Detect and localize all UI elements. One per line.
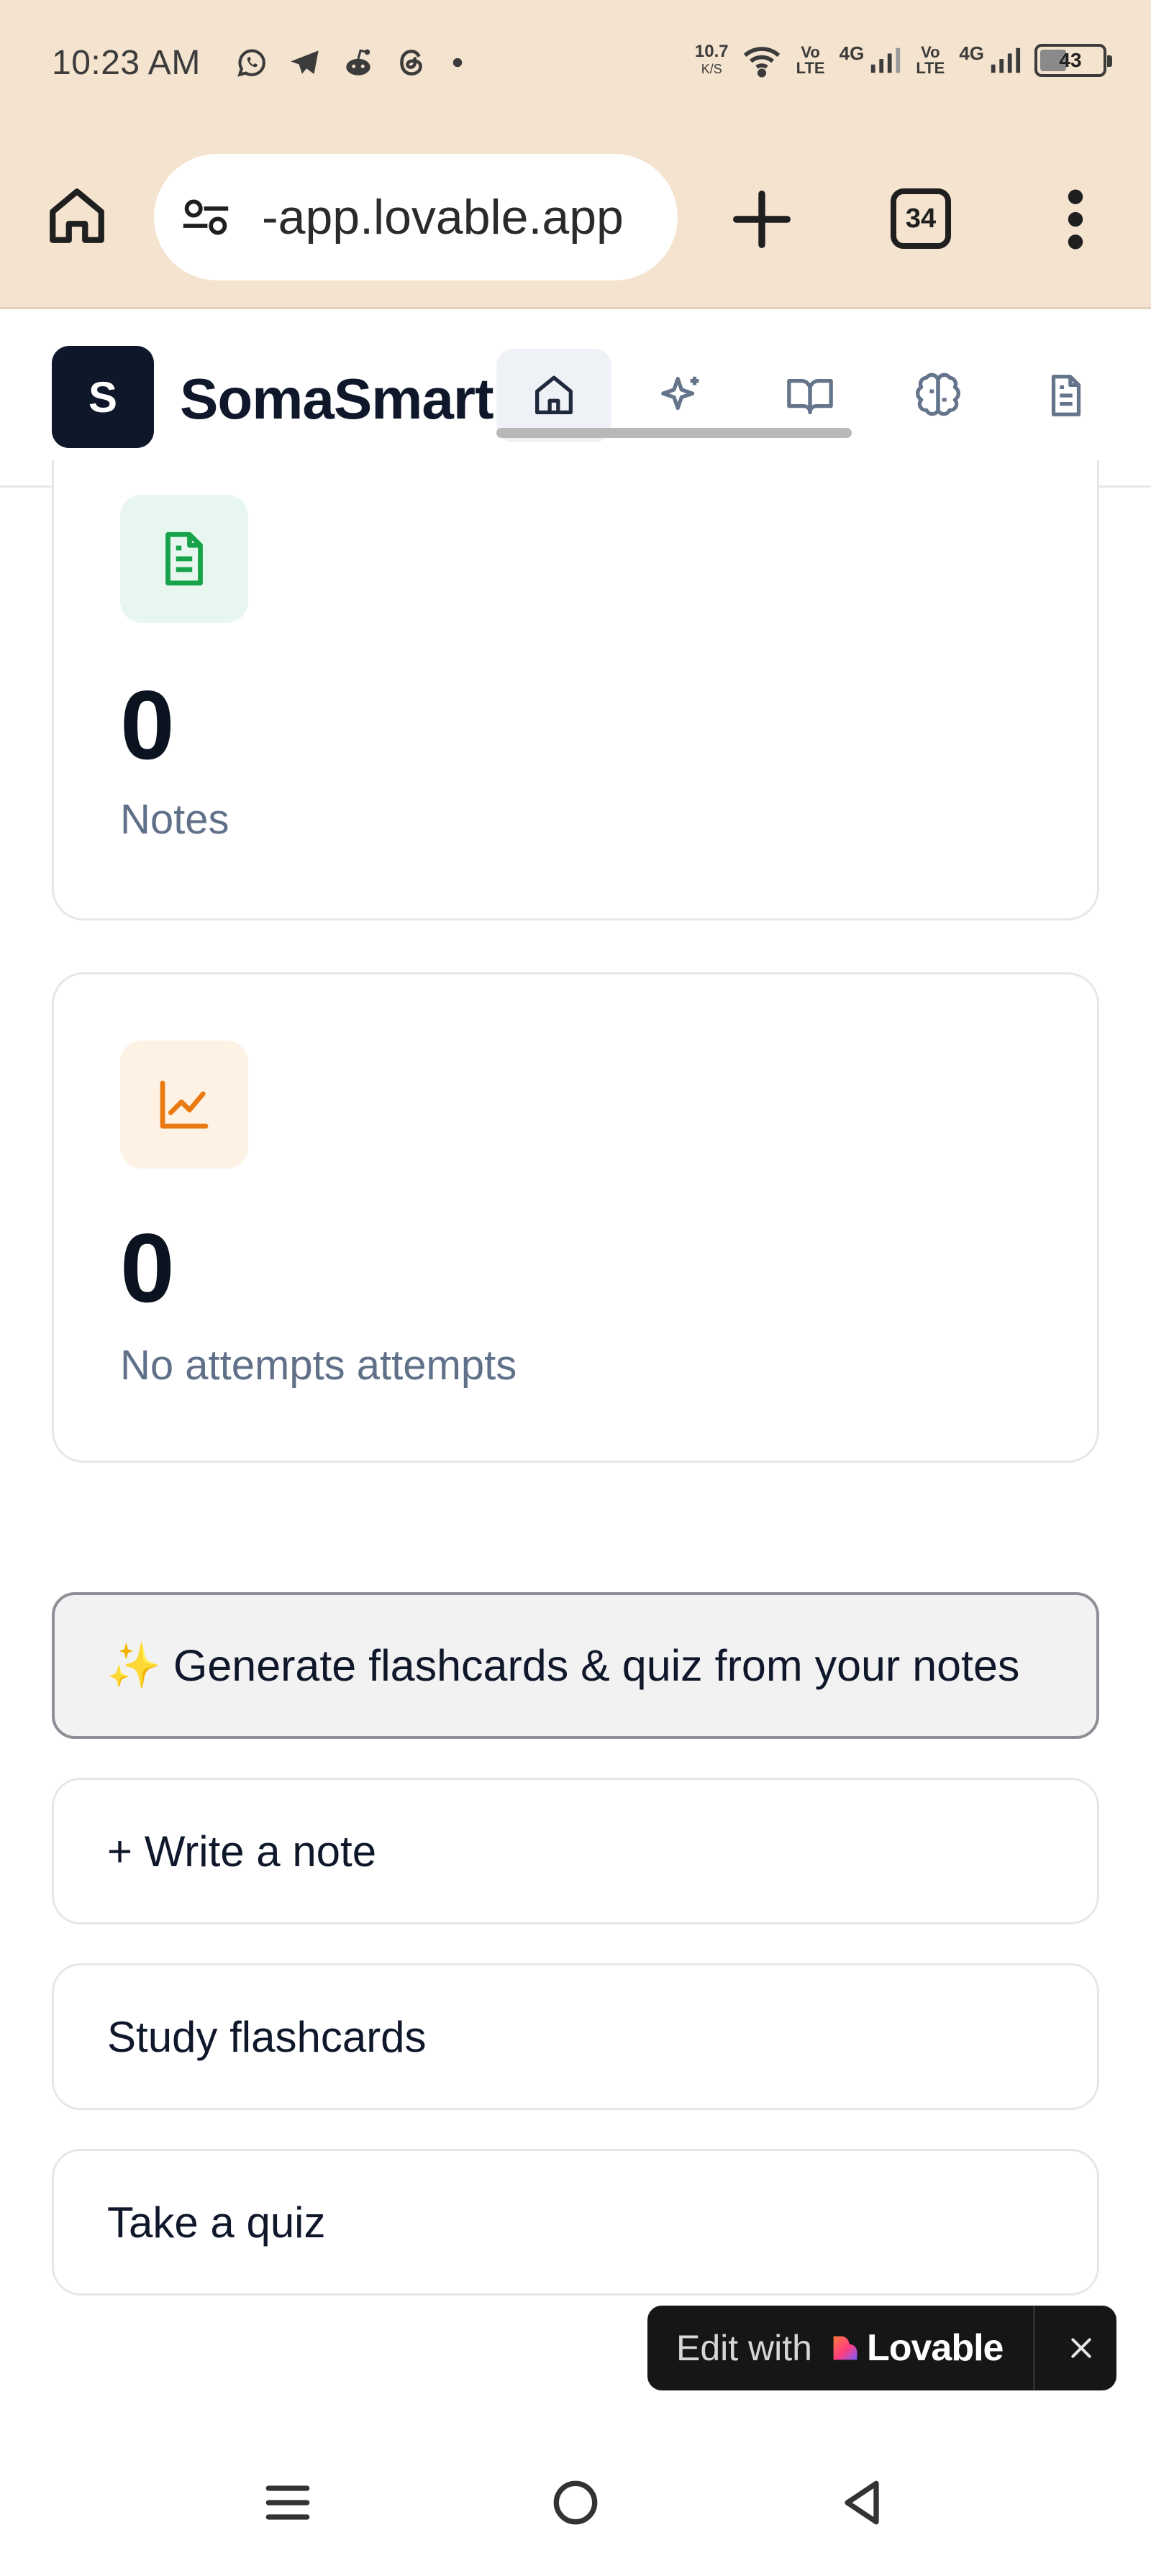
edit-with-lovable-badge[interactable]: Edit with Lovable (647, 2306, 1116, 2390)
threads-icon (400, 50, 422, 76)
status-app-icons (234, 45, 468, 81)
signal-icon-2 (991, 47, 1021, 73)
chart-line-icon (160, 1080, 209, 1129)
notes-label: Notes (120, 796, 229, 843)
back-triangle-icon[interactable] (833, 2474, 891, 2531)
status-time: 10:23 AM (52, 44, 201, 82)
network-type-2: 4G (959, 42, 984, 64)
volte-badge-1: Vo LTE (796, 43, 825, 77)
home-circle-icon[interactable] (547, 2474, 604, 2531)
nav-notes[interactable] (1009, 349, 1124, 442)
write-note-button[interactable]: + Write a note (52, 1778, 1099, 1924)
lovable-heart-icon (833, 2336, 857, 2360)
generate-flashcards-quiz-button[interactable]: ✨ Generate flashcards & quiz from your n… (52, 1592, 1099, 1739)
close-badge-button[interactable] (1056, 2323, 1106, 2373)
network-type-1: 4G (839, 42, 865, 64)
telegram-icon (291, 50, 319, 74)
more-menu-icon[interactable] (1057, 186, 1093, 253)
attempts-label: No attempts attempts (120, 1342, 517, 1389)
take-quiz-button[interactable]: Take a quiz (52, 2149, 1099, 2296)
battery-icon: 43 (1034, 44, 1112, 77)
new-tab-button[interactable] (728, 186, 796, 253)
sparkles-icon (661, 376, 699, 411)
network-speed: 10.7 K/S (694, 42, 729, 77)
dot-icon (452, 58, 463, 68)
url-text[interactable]: -app.lovable.app (262, 154, 665, 280)
volte-badge-2: Vo LTE (916, 43, 945, 77)
badge-divider (1033, 2306, 1035, 2390)
app-name: SomaSmart (180, 367, 494, 431)
brain-icon (916, 373, 960, 416)
wifi-icon (743, 47, 780, 78)
lovable-brand: Lovable (866, 2327, 1004, 2369)
recents-menu-icon[interactable] (259, 2474, 317, 2531)
whatsapp-icon (237, 49, 265, 77)
attempts-count: 0 (120, 1213, 175, 1323)
browser-home-button[interactable] (45, 183, 109, 248)
signal-icon-1 (871, 47, 901, 73)
notes-count: 0 (120, 670, 175, 780)
site-settings-icon[interactable] (180, 196, 232, 239)
study-flashcards-button[interactable]: Study flashcards (52, 1963, 1099, 2110)
close-icon (1071, 2338, 1091, 2358)
battery-level: 43 (1059, 49, 1082, 71)
tab-switcher-button[interactable]: 34 (891, 188, 951, 249)
app-logo[interactable]: S (52, 346, 154, 448)
notes-stat-icon (120, 495, 248, 623)
reddit-icon (346, 49, 370, 76)
address-bar[interactable]: -app.lovable.app (154, 154, 678, 280)
lovable-prefix: Edit with (676, 2328, 812, 2368)
book-open-icon (787, 378, 833, 414)
file-text-icon (1051, 375, 1081, 416)
nav-quiz[interactable] (881, 349, 996, 442)
nav-scrollbar[interactable] (496, 428, 852, 438)
attempts-stat-card: 0 No attempts attempts (52, 972, 1099, 1463)
notes-stat-card: 0 Notes (52, 460, 1099, 921)
browser-chrome: 10:23 AM 10.7 K/S Vo LTE 4G Vo LTE 4G 43 … (0, 0, 1151, 309)
system-navigation-bar (0, 2445, 1151, 2576)
attempts-stat-icon (120, 1041, 248, 1169)
status-indicators: 10.7 K/S Vo LTE 4G Vo LTE 4G 43 (694, 40, 1112, 81)
file-text-icon (165, 531, 203, 586)
home-icon (535, 375, 573, 414)
